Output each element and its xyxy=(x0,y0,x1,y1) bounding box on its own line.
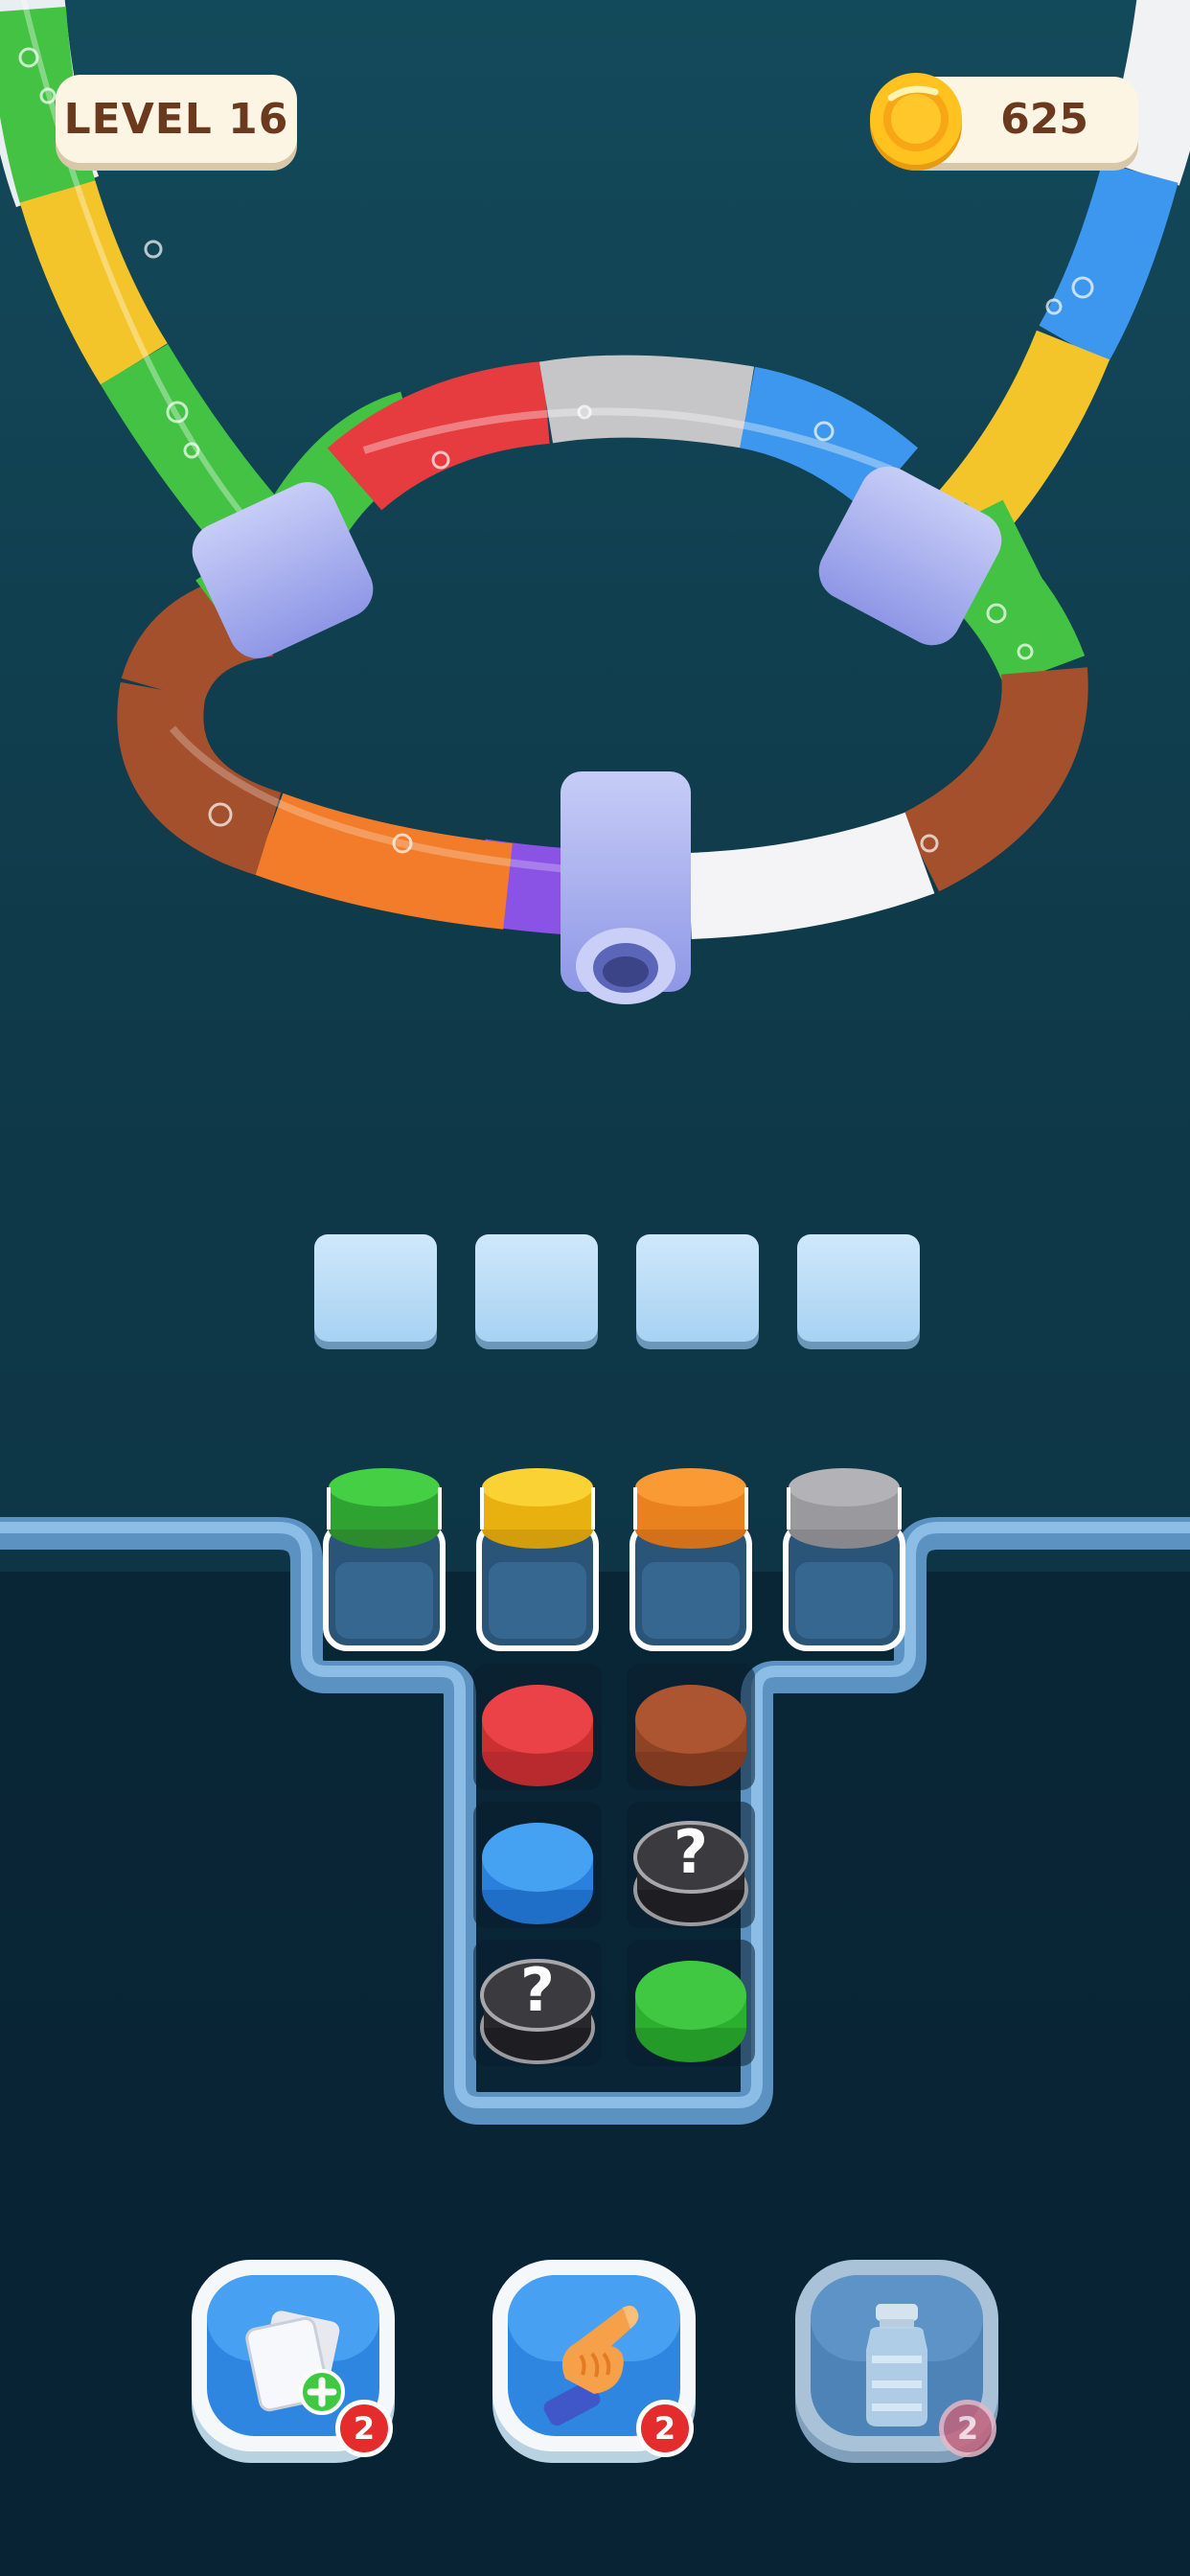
coin-icon xyxy=(870,73,962,171)
hint-count-badge: 2 xyxy=(636,2400,694,2457)
level-indicator: LEVEL 16 xyxy=(56,75,297,163)
empty-slot-2[interactable] xyxy=(475,1234,598,1342)
add-slot-count-badge: 2 xyxy=(335,2400,393,2457)
cap-green[interactable] xyxy=(631,1951,750,2070)
cup-gray[interactable] xyxy=(780,1466,908,1658)
bottle-icon xyxy=(866,2304,927,2426)
hidden-cap-symbol: ? xyxy=(674,1817,708,1887)
pointing-hand-icon xyxy=(543,2306,639,2426)
pipe-outlet xyxy=(561,771,691,1004)
bottle-booster-button[interactable]: 2 xyxy=(791,2258,1002,2469)
cap-brown[interactable] xyxy=(631,1675,750,1794)
coin-count: 625 xyxy=(1000,95,1088,144)
hint-booster-button[interactable]: 2 xyxy=(489,2258,699,2469)
cap-blue[interactable] xyxy=(478,1813,597,1932)
hidden-cap-symbol: ? xyxy=(520,1955,555,2025)
add-slot-booster-button[interactable]: 2 xyxy=(188,2258,399,2469)
cap-red[interactable] xyxy=(478,1675,597,1794)
cup-green[interactable] xyxy=(320,1466,448,1658)
bottle-count-badge: 2 xyxy=(939,2400,996,2457)
cup-orange[interactable] xyxy=(627,1466,755,1658)
cup-yellow[interactable] xyxy=(473,1466,602,1658)
level-label: LEVEL 16 xyxy=(63,94,289,144)
empty-slot-3[interactable] xyxy=(636,1234,759,1342)
empty-slot-1[interactable] xyxy=(314,1234,437,1342)
empty-slot-4[interactable] xyxy=(797,1234,920,1342)
